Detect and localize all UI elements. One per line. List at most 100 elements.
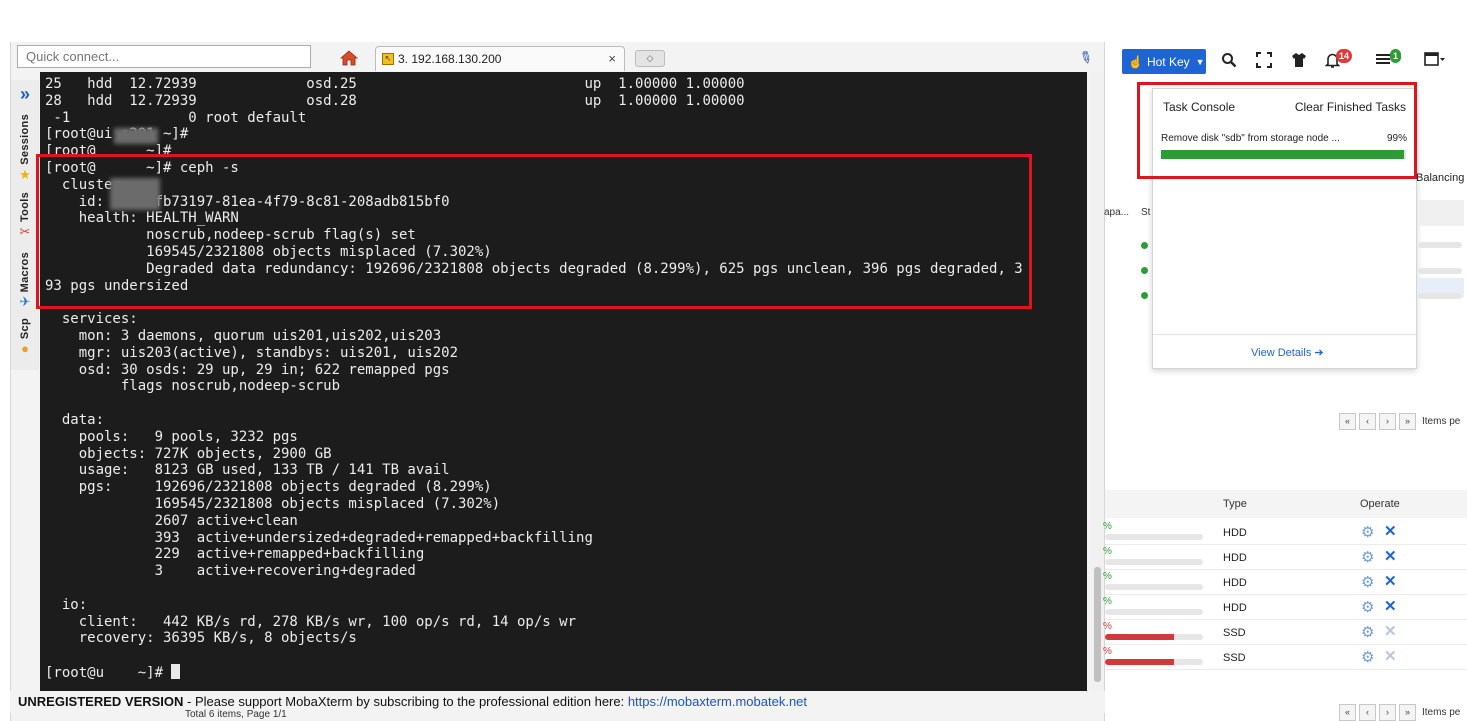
prompt-text: [root@u ~]# <box>45 664 172 681</box>
remove-disk-button[interactable]: ✕ <box>1384 572 1397 590</box>
quick-connect-input[interactable] <box>17 45 311 68</box>
terminal-line: -1 0 root default <box>45 109 307 126</box>
side-tabs: » Sessions ★ Tools ✂ Macros ✈ Scp ● <box>11 80 39 370</box>
pagination-top: « ‹ › » Items pe <box>1339 413 1460 430</box>
disk-usage-bar <box>1105 559 1203 565</box>
tools-icon: ✂ <box>19 224 31 240</box>
status-dot <box>1141 242 1148 249</box>
last-page-button[interactable]: » <box>1399 704 1416 721</box>
disk-usage-fill <box>1105 659 1174 665</box>
table-row[interactable] <box>1105 545 1467 570</box>
table-row[interactable] <box>1105 570 1467 595</box>
text-cursor <box>171 663 181 679</box>
hot-key-label: Hot Key <box>1146 54 1190 69</box>
items-per-page-label: Items pe <box>1422 416 1461 427</box>
paperclip-icon[interactable]: ✎ <box>1075 46 1097 70</box>
gear-icon[interactable]: ⚙ <box>1361 648 1374 666</box>
terminal-line: io: <box>45 596 88 613</box>
prev-page-button[interactable]: ‹ <box>1359 704 1376 721</box>
disk-usage-bar <box>1105 659 1203 665</box>
mobatek-link[interactable]: https://mobaxterm.mobatek.net <box>628 694 807 709</box>
gear-icon[interactable]: ⚙ <box>1361 523 1374 541</box>
hot-key-button[interactable]: ☝ Hot Key ▼ <box>1122 49 1206 74</box>
table-row[interactable] <box>1105 620 1467 645</box>
status-dot <box>1141 292 1148 299</box>
disk-type: SSD <box>1223 627 1246 639</box>
fullscreen-icon[interactable] <box>1256 52 1272 72</box>
table-row[interactable] <box>1105 645 1467 670</box>
support-text: - Please support MobaXterm by subscribin… <box>183 694 628 709</box>
terminal-line: [root@ui s201 ~]# <box>45 126 189 143</box>
disk-type: HDD <box>1223 577 1247 589</box>
terminal-line: osd: 30 osds: 29 up, 29 in; 622 remapped… <box>45 361 450 378</box>
redaction-blur <box>114 128 158 144</box>
close-icon[interactable]: × <box>608 51 616 66</box>
first-page-button[interactable]: « <box>1339 704 1356 721</box>
column-header-status[interactable]: St <box>1141 207 1150 218</box>
shirt-icon[interactable] <box>1291 52 1307 72</box>
annotation-highlight-box <box>1137 82 1417 179</box>
double-chevron-icon[interactable]: » <box>20 84 30 105</box>
tab-tools[interactable]: Tools ✂ <box>15 192 35 238</box>
terminal-line: flags noscrub,nodeep-scrub <box>45 378 341 395</box>
terminal-tab-title: 3. 192.168.130.200 <box>398 52 502 66</box>
first-page-button[interactable]: « <box>1339 413 1356 430</box>
disk-usage-percent: % <box>1103 571 1112 582</box>
column-header-operate: Operate <box>1360 498 1400 510</box>
gear-icon[interactable]: ⚙ <box>1361 598 1374 616</box>
terminal-line: 2607 active+clean <box>45 512 298 529</box>
new-tab-button[interactable]: ◇ <box>635 50 665 67</box>
terminal-line: 169545/2321808 objects misplaced (7.302%… <box>45 495 501 512</box>
terminal-line: recovery: 36395 KB/s, 8 objects/s <box>45 630 357 647</box>
terminal-line: data: <box>45 411 105 428</box>
home-tab[interactable] <box>329 46 369 70</box>
disk-usage-bar <box>1105 609 1203 615</box>
table-header-band <box>1418 200 1464 226</box>
terminal-line: services: <box>45 311 138 328</box>
terminal-line: 393 active+undersized+degraded+remapped+… <box>45 529 593 546</box>
remove-disk-button[interactable]: ✕ <box>1384 547 1397 565</box>
total-items-label: Total 6 items, Page 1/1 <box>185 709 287 720</box>
terminal-prompt-line[interactable]: [root@u ~]# <box>45 663 1023 681</box>
gear-icon[interactable]: ⚙ <box>1361 623 1374 641</box>
next-page-button[interactable]: › <box>1379 413 1396 430</box>
disk-type: HDD <box>1223 552 1247 564</box>
terminal-line: client: 442 KB/s rd, 278 KB/s wr, 100 op… <box>45 613 577 630</box>
task-list-icon[interactable] <box>1376 52 1391 70</box>
status-bar: UNREGISTERED VERSION - Please support Mo… <box>10 691 1105 713</box>
gear-icon[interactable]: ⚙ <box>1361 548 1374 566</box>
view-details-link[interactable]: View Details ➔ <box>1251 346 1324 359</box>
disk-type: HDD <box>1223 602 1247 614</box>
usage-bar <box>1418 268 1462 274</box>
tab-sessions[interactable]: Sessions ★ <box>15 114 35 181</box>
disk-usage-bar <box>1105 634 1203 640</box>
window-menu-icon[interactable] <box>1424 52 1446 70</box>
macros-icon: ✈ <box>19 294 31 310</box>
gear-icon[interactable]: ⚙ <box>1361 573 1374 591</box>
last-page-button[interactable]: » <box>1399 413 1416 430</box>
remove-disk-button[interactable]: ✕ <box>1384 597 1397 615</box>
tab-macros[interactable]: Macros ✈ <box>15 252 35 308</box>
column-header-type[interactable]: Type <box>1223 498 1247 510</box>
search-icon[interactable] <box>1221 52 1237 72</box>
scp-label: Scp <box>19 318 31 340</box>
next-page-button[interactable]: › <box>1379 704 1396 721</box>
prev-page-button[interactable]: ‹ <box>1359 413 1376 430</box>
terminal-icon: ↖ <box>382 53 394 65</box>
macros-label: Macros <box>19 252 31 293</box>
disk-usage-bar <box>1105 534 1203 540</box>
table-row[interactable] <box>1105 595 1467 620</box>
terminal-line: 229 active+remapped+backfilling <box>45 546 425 563</box>
terminal-tab[interactable]: ↖ 3. 192.168.130.200 × <box>375 46 625 71</box>
table-row[interactable] <box>1105 520 1467 545</box>
tab-scp[interactable]: Scp ● <box>15 318 35 355</box>
tools-label: Tools <box>19 192 31 223</box>
disk-type: SSD <box>1223 652 1246 664</box>
column-header-capacity[interactable]: apa... <box>1104 207 1129 218</box>
terminal-line: objects: 727K objects, 2900 GB <box>45 445 332 462</box>
scrollbar-thumb[interactable] <box>1094 567 1101 682</box>
remove-disk-button[interactable]: ✕ <box>1384 522 1397 540</box>
items-per-page-label: Items pe <box>1422 707 1461 718</box>
home-icon <box>340 50 358 66</box>
